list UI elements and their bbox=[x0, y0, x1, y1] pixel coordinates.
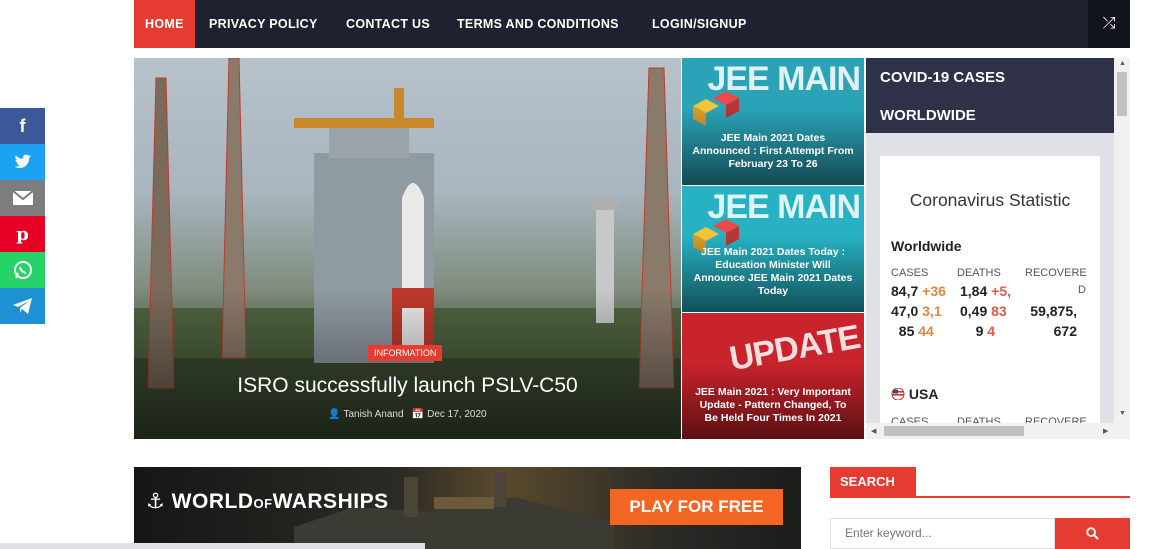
featured-post[interactable]: INFORMATION ISRO successfully launch PSL… bbox=[134, 58, 681, 439]
hero-meta: 👤 Tanish Anand 📅 Dec 17, 2020 bbox=[134, 409, 681, 420]
covid-widget-header: COVID-19 CASES WORLDWIDE bbox=[866, 58, 1114, 133]
scroll-down-icon[interactable]: ▼ bbox=[1119, 410, 1126, 417]
scroll-up-icon[interactable]: ▲ bbox=[1119, 60, 1126, 67]
stats-heading: Coronavirus Statistic bbox=[909, 190, 1071, 210]
email-icon[interactable] bbox=[0, 180, 45, 216]
side-post-card[interactable]: JEE MAIN JEE Main 2021 Dates Today : Edu… bbox=[682, 186, 864, 312]
region-usa: USA bbox=[891, 386, 938, 402]
ad-banner[interactable]: ⚓ WORLDOFWARSHIPS PLAY FOR FREE bbox=[134, 467, 801, 549]
nav-privacy-policy[interactable]: PRIVACY POLICY bbox=[198, 0, 329, 48]
top-navigation: HOME PRIVACY POLICY CONTACT US TERMS AND… bbox=[134, 0, 1130, 48]
worldwide-deaths: 1,84 +5, 0,49 83 9 4 bbox=[960, 283, 1011, 339]
search-icon bbox=[1086, 527, 1099, 540]
scrollbar-thumb[interactable] bbox=[884, 426, 1024, 436]
search-widget-title: SEARCH bbox=[830, 467, 916, 497]
post-date: Dec 17, 2020 bbox=[427, 409, 487, 420]
usa-flag-icon bbox=[891, 386, 909, 402]
nav-home[interactable]: HOME bbox=[134, 0, 195, 48]
region-worldwide: Worldwide bbox=[891, 238, 962, 254]
shuffle-icon[interactable]: ⤮ bbox=[1088, 0, 1130, 48]
covid-header-line2: WORLDWIDE bbox=[880, 107, 976, 124]
facebook-icon[interactable]: f bbox=[0, 108, 45, 144]
col-cases: CASES bbox=[891, 267, 929, 279]
covid-widget: COVID-19 CASES WORLDWIDE Coronavirus Sta… bbox=[866, 58, 1130, 439]
nav-login-signup[interactable]: LOGIN/SIGNUP bbox=[641, 0, 758, 48]
col-recovered-wrap: D bbox=[1078, 284, 1086, 296]
nav-contact-us[interactable]: CONTACT US bbox=[335, 0, 441, 48]
worldwide-recovered: 59,875, 672 bbox=[1030, 303, 1077, 339]
side-post-card[interactable]: UPDATE JEE Main 2021 : Very Important Up… bbox=[682, 313, 864, 439]
col-deaths: DEATHS bbox=[957, 267, 1001, 279]
telegram-icon[interactable] bbox=[0, 288, 45, 324]
col-recovered: RECOVERE bbox=[1025, 267, 1087, 279]
pinterest-icon[interactable]: p bbox=[0, 216, 45, 252]
search-button[interactable] bbox=[1055, 518, 1130, 549]
scroll-left-icon[interactable]: ◀ bbox=[871, 427, 876, 435]
category-tag[interactable]: INFORMATION bbox=[368, 345, 443, 361]
play-for-free-button[interactable]: PLAY FOR FREE bbox=[610, 489, 783, 525]
anchor-icon: ⚓ bbox=[146, 490, 166, 513]
hero-title[interactable]: ISRO successfully launch PSLV-C50 bbox=[134, 374, 681, 398]
scroll-right-icon[interactable]: ▶ bbox=[1103, 427, 1108, 435]
user-icon: 👤 bbox=[328, 409, 341, 420]
calendar-icon: 📅 bbox=[411, 409, 425, 420]
nav-terms-and-conditions[interactable]: TERMS AND CONDITIONS bbox=[446, 0, 630, 48]
status-bar bbox=[0, 543, 425, 549]
divider bbox=[830, 496, 1130, 498]
side-post-title[interactable]: JEE Main 2021 : Very Important Update - … bbox=[692, 386, 854, 425]
vertical-scrollbar[interactable]: ▲ ▼ bbox=[1114, 58, 1130, 423]
scrollbar-thumb[interactable] bbox=[1117, 72, 1127, 116]
twitter-icon[interactable] bbox=[0, 144, 45, 180]
search-input[interactable] bbox=[830, 518, 1055, 549]
covid-stats-card: Coronavirus Statistic Worldwide CASES DE… bbox=[880, 156, 1100, 436]
side-post-card[interactable]: JEE MAIN JEE Main 2021 Dates Announced :… bbox=[682, 58, 864, 185]
author-name[interactable]: Tanish Anand bbox=[343, 409, 403, 420]
whatsapp-icon[interactable] bbox=[0, 252, 45, 288]
horizontal-scrollbar[interactable]: ◀ ▶ bbox=[866, 423, 1130, 439]
side-post-title[interactable]: JEE Main 2021 Dates Today : Education Mi… bbox=[692, 246, 854, 298]
worldwide-cases: 84,7 +36 47,0 3,1 85 44 bbox=[891, 283, 946, 339]
game-logo: ⚓ WORLDOFWARSHIPS bbox=[146, 490, 389, 513]
covid-header-line1: COVID-19 CASES bbox=[880, 69, 1006, 86]
side-post-title[interactable]: JEE Main 2021 Dates Announced : First At… bbox=[692, 132, 854, 171]
usa-label: USA bbox=[908, 386, 939, 402]
